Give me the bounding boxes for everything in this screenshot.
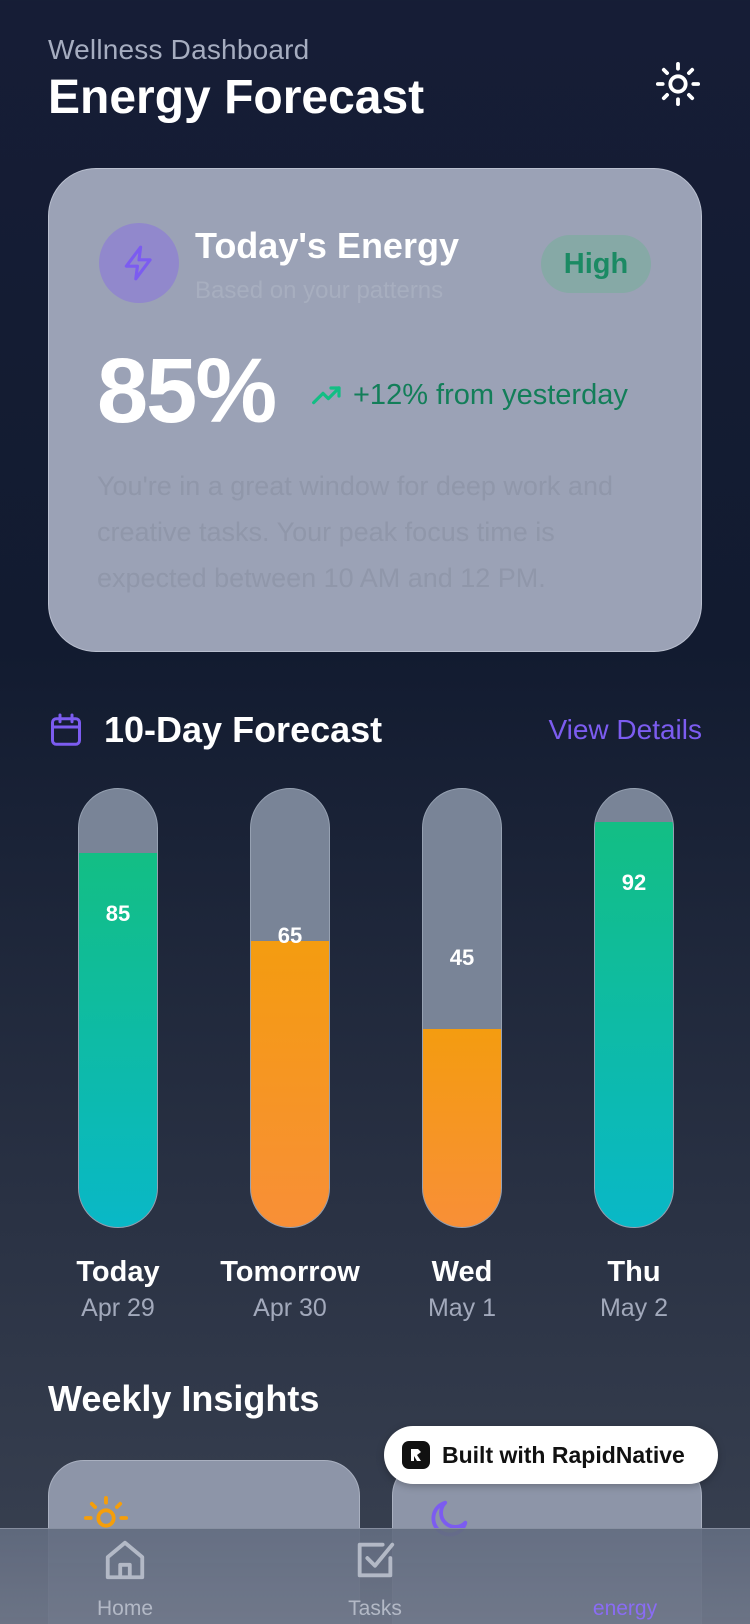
- home-icon: [105, 1540, 145, 1580]
- tab-tasks[interactable]: Tasks: [300, 1529, 450, 1624]
- tab-energy-label: energy: [592, 1597, 658, 1620]
- forecast-day-label: Tomorrow: [220, 1256, 360, 1288]
- trend-text: +12% from yesterday: [353, 379, 628, 411]
- header-subtitle: Wellness Dashboard: [48, 34, 310, 65]
- today-energy-card: Today's Energy Based on your patterns Hi…: [48, 168, 702, 652]
- trending-up-icon: [312, 385, 341, 404]
- sun-icon: [655, 61, 701, 107]
- energy-card-title: Today's Energy: [195, 225, 459, 266]
- forecast-day-date: Apr 29: [81, 1294, 155, 1322]
- bottom-tab-bar: Home Tasks energy: [0, 1528, 750, 1624]
- page-title: Energy Forecast: [48, 71, 425, 124]
- forecast-title: 10-Day Forecast: [104, 709, 383, 750]
- built-with-badge[interactable]: Built with RapidNative: [384, 1426, 718, 1484]
- energy-percent: 85%: [97, 340, 277, 442]
- forecast-day-date: May 1: [427, 1294, 497, 1322]
- tab-home-label: Home: [96, 1597, 154, 1620]
- energy-card-subtitle: Based on your patterns: [195, 277, 444, 304]
- forecast-bar-value: 85: [105, 901, 131, 926]
- built-with-text: Built with RapidNative: [442, 1441, 685, 1468]
- forecast-bar-track: 85: [78, 788, 158, 1228]
- lightning-bolt-icon: [124, 245, 152, 281]
- forecast-bar-track: 92: [594, 788, 674, 1228]
- energy-message: You're in a great window for deep work a…: [97, 471, 613, 593]
- forecast-day-0[interactable]: 85 Today Apr 29: [76, 788, 160, 1322]
- tab-tasks-label: Tasks: [348, 1597, 402, 1620]
- forecast-day-3[interactable]: 92 Thu May 2: [594, 788, 674, 1322]
- forecast-bar-value: 65: [277, 923, 303, 948]
- energy-level-badge: High: [541, 235, 651, 293]
- forecast-bar-fill: [251, 941, 329, 1227]
- forecast-day-label: Wed: [431, 1256, 493, 1288]
- energy-trend: +12% from yesterday: [311, 379, 628, 412]
- checkbox-icon: [357, 1542, 395, 1578]
- forecast-bars: 85 Today Apr 29 65 Tomorrow Apr 30 45 Wed May 1 9…: [0, 788, 750, 1328]
- view-details-link[interactable]: View Details: [548, 714, 702, 746]
- insights-title: Weekly Insights: [48, 1378, 320, 1419]
- forecast-day-label: Today: [76, 1256, 160, 1288]
- forecast-header: 10-Day Forecast View Details: [48, 706, 702, 754]
- tab-home[interactable]: Home: [50, 1529, 200, 1624]
- forecast-bar-track: 65: [250, 788, 330, 1228]
- tab-energy[interactable]: energy: [550, 1529, 700, 1624]
- forecast-day-date: Apr 30: [253, 1294, 327, 1322]
- forecast-day-2[interactable]: 45 Wed May 1: [422, 788, 502, 1322]
- forecast-day-1[interactable]: 65 Tomorrow Apr 30: [220, 788, 360, 1322]
- calendar-icon: [51, 713, 81, 746]
- rapidnative-logo-icon: [402, 1441, 430, 1469]
- theme-toggle-button[interactable]: [654, 60, 702, 108]
- energy-icon-circle: [99, 223, 179, 303]
- forecast-bar-value: 45: [449, 945, 475, 970]
- header: Wellness Dashboard Energy Forecast: [48, 34, 702, 134]
- forecast-day-date: May 2: [599, 1294, 669, 1322]
- forecast-bar-value: 92: [621, 870, 647, 895]
- forecast-bar-fill: [423, 1029, 501, 1227]
- forecast-bar-track: 45: [422, 788, 502, 1228]
- forecast-day-label: Thu: [607, 1256, 661, 1288]
